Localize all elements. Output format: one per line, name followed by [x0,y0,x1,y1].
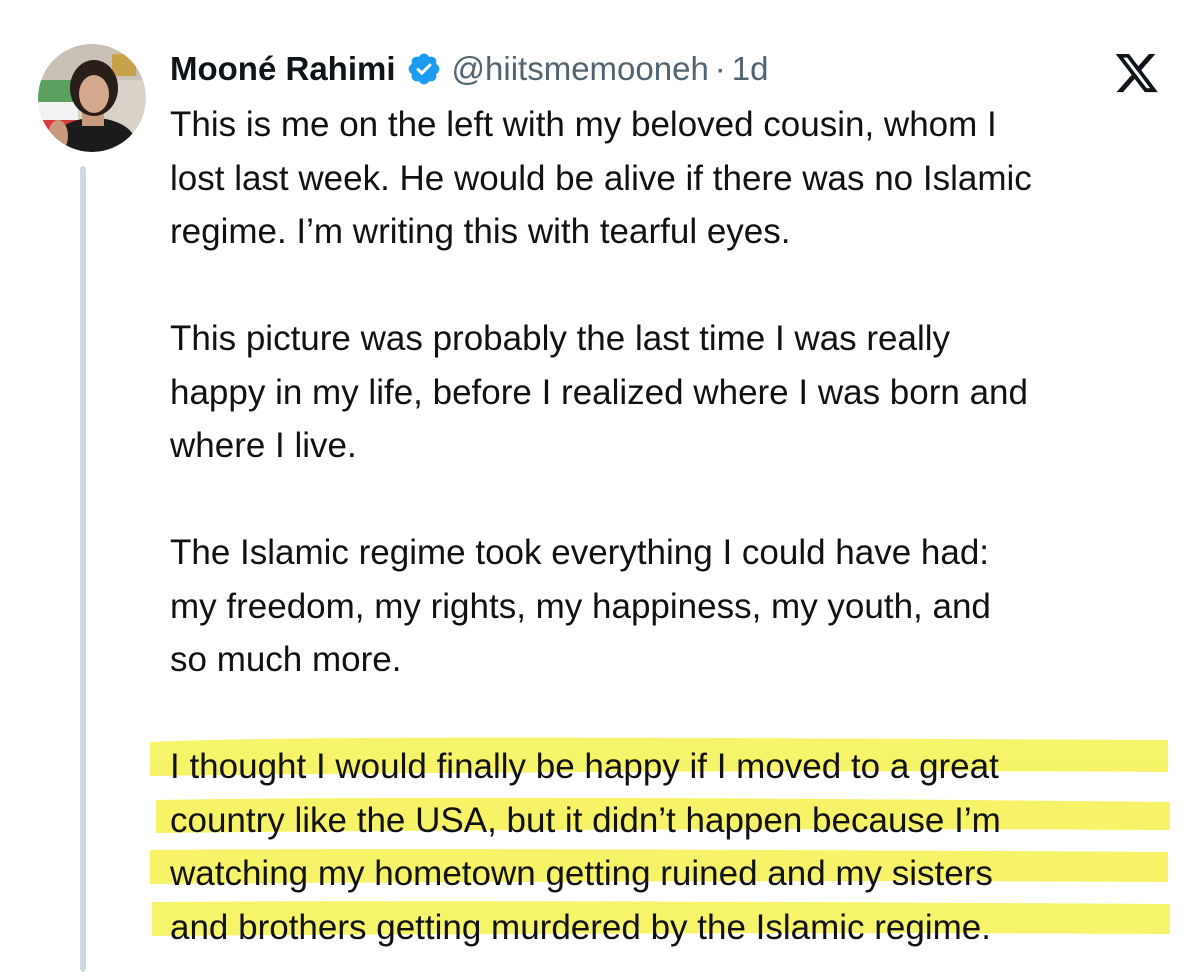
tweet-line: my freedom, my rights, my happiness, my … [170,586,991,626]
tweet-paragraph-highlighted: I thought I would finally be happy if I … [170,740,1190,954]
tweet-line: The Islamic regime took everything I cou… [170,533,990,572]
tweet-header: Mooné Rahimi @hiitsmemooneh · 1d [170,44,769,94]
author-handle[interactable]: @hiitsmemooneh [452,50,709,88]
tweet-line: lost last week. He would be alive if the… [170,158,1032,198]
tweet-line-highlighted: watching my hometown getting ruined and … [170,854,993,893]
tweet-line-highlighted: I thought I would finally be happy if I … [170,747,999,786]
tweet-line: where I live. [170,426,357,465]
tweet-line-highlighted: country like the USA, but it didn’t happ… [170,800,1001,840]
tweet-timestamp[interactable]: 1d [732,50,769,88]
tweet-line: This picture was probably the last time … [170,319,951,358]
verified-badge-icon [406,51,442,87]
tweet-paragraph: This picture was probably the last time … [170,312,1190,473]
x-logo-icon [1114,54,1160,96]
header-separator: · [714,50,726,87]
tweet-line-highlighted: and brothers getting murdered by the Isl… [170,907,991,947]
tweet-body: This is me on the left with my beloved c… [170,98,1190,954]
tweet-paragraph: This is me on the left with my beloved c… [170,98,1190,259]
tweet-line: so much more. [170,640,402,679]
tweet-line: regime. I’m writing this with tearful ey… [170,212,791,251]
tweet-line: This is me on the left with my beloved c… [170,105,997,144]
profile-avatar[interactable] [38,44,146,152]
tweet-paragraph: The Islamic regime took everything I cou… [170,526,1190,687]
tweet-line: happy in my life, before I realized wher… [170,372,1028,412]
thread-connector-line [80,166,86,972]
author-display-name[interactable]: Mooné Rahimi [170,50,396,88]
